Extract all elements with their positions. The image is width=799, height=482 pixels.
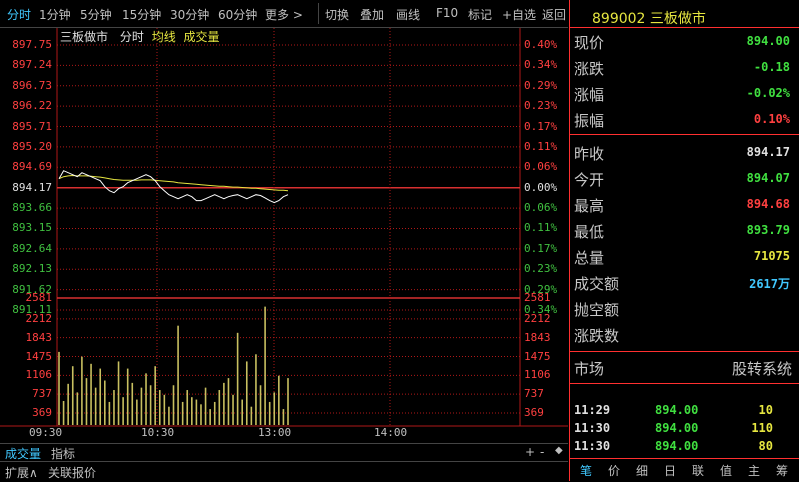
- chevron-right-icon: >: [292, 8, 303, 22]
- quote-row: 涨跌 -0.18: [570, 54, 798, 80]
- panel-tab[interactable]: 笔: [580, 462, 592, 479]
- time-axis-label: 14:00: [374, 426, 408, 439]
- quote-key: 抛空额: [574, 301, 620, 319]
- indicator-tabbar: 成交量 指标 + - ◆: [0, 443, 568, 462]
- quote-key: 总量: [574, 249, 605, 267]
- quote-value: 894.07: [746, 171, 790, 185]
- panel-tab[interactable]: 价: [608, 462, 620, 479]
- mark-button[interactable]: 标记: [468, 6, 492, 23]
- tab-volume[interactable]: 成交量: [5, 445, 41, 462]
- quote-row: 振幅 0.10%: [570, 106, 798, 132]
- quote-row: 抛空额: [570, 295, 798, 321]
- time-axis-label: 13:00: [258, 426, 292, 439]
- tab-60min[interactable]: 60分钟: [218, 6, 257, 23]
- expand-button[interactable]: 扩展∧: [5, 464, 38, 481]
- add-watchlist-button[interactable]: +自选: [502, 6, 536, 23]
- tick-volume: 10: [758, 403, 773, 417]
- tab-intraday[interactable]: 分时: [7, 6, 31, 23]
- intraday-chart[interactable]: 三板做市 分时 均线 成交量 897.75 897.24 896.73 896.22 8…: [0, 28, 568, 443]
- tick-price: 894.00: [655, 403, 699, 417]
- quote-value: 894.00: [746, 34, 790, 48]
- period-toolbar: 分时 1分钟 5分钟 15分钟 30分钟 60分钟 更多 > 切换 叠加 画线 …: [0, 0, 568, 28]
- tick-time: 11:29: [574, 403, 611, 417]
- quote-value: -0.02%: [746, 86, 790, 100]
- overlay-button[interactable]: 叠加: [360, 6, 384, 23]
- quote-row: 现价 894.00: [570, 28, 798, 54]
- quote-value: 2617万: [749, 277, 790, 291]
- panel-tab[interactable]: 日: [664, 462, 676, 479]
- quote-key: 涨幅: [574, 86, 605, 104]
- quote-value: 894.68: [746, 197, 790, 211]
- quote-row: 最高 894.68: [570, 191, 798, 217]
- panel-tab[interactable]: 联: [692, 462, 704, 479]
- quote-key: 涨跌数: [574, 327, 620, 345]
- time-axis-label: 09:30: [29, 426, 63, 439]
- quote-row: 涨幅 -0.02%: [570, 80, 798, 106]
- tick-time: 11:30: [574, 421, 611, 435]
- quote-key: 现价: [574, 34, 605, 52]
- back-button[interactable]: 返回: [542, 6, 566, 23]
- tab-30min[interactable]: 30分钟: [170, 6, 209, 23]
- zoom-out-button[interactable]: -: [540, 445, 544, 459]
- security-header: 899002 三板做市: [592, 8, 706, 28]
- tick-price: 894.00: [655, 421, 699, 435]
- quote-key: 昨收: [574, 145, 605, 163]
- quote-value: -0.18: [753, 60, 790, 74]
- extension-tabbar: 扩展∧ 关联报价: [0, 461, 568, 482]
- f10-button[interactable]: F10: [436, 6, 458, 20]
- more-label: 更多: [265, 8, 290, 22]
- quote-row: 今开 894.07: [570, 165, 798, 191]
- tick-volume: 110: [751, 421, 773, 435]
- related-quotes-tab[interactable]: 关联报价: [48, 464, 96, 481]
- quote-key: 涨跌: [574, 60, 605, 78]
- security-code: 899002: [592, 11, 646, 27]
- tick-time: 11:30: [574, 439, 611, 453]
- quote-row: 成交额 2617万: [570, 269, 798, 295]
- panel-tab[interactable]: 值: [720, 462, 732, 479]
- quote-value: 894.17: [746, 145, 790, 159]
- quote-key: 最低: [574, 223, 605, 241]
- quote-row: 昨收 894.17: [570, 139, 798, 165]
- panel-tab[interactable]: 主: [748, 462, 760, 479]
- quote-key: 振幅: [574, 112, 605, 130]
- tab-15min[interactable]: 15分钟: [122, 6, 161, 23]
- quote-value: 71075: [753, 249, 790, 263]
- switch-button[interactable]: 切换: [325, 6, 349, 23]
- tab-5min[interactable]: 5分钟: [80, 6, 112, 23]
- quote-key: 今开: [574, 171, 605, 189]
- quote-key: 最高: [574, 197, 605, 215]
- tick-volume: 80: [758, 439, 773, 453]
- tick-row: 11:29 894.00 10: [570, 400, 799, 420]
- tick-row: 11:30 894.00 110: [570, 418, 799, 438]
- security-name: 三板做市: [649, 11, 706, 27]
- market-label: 市场: [574, 360, 605, 378]
- quote-row: 最低 893.79: [570, 217, 798, 243]
- tick-row: 11:30 894.00 80: [570, 436, 799, 456]
- quote-row: 涨跌数: [570, 321, 798, 347]
- quote-row: 总量 71075: [570, 243, 798, 269]
- market-value: 股转系统: [731, 360, 792, 378]
- tab-more[interactable]: 更多 >: [265, 6, 303, 23]
- quote-panel: 899002 三板做市 现价 894.00 涨跌 -0.18 涨幅 -0.02% 振幅 0.1…: [569, 0, 799, 481]
- panel-tab[interactable]: 筹: [776, 462, 788, 479]
- draw-line-button[interactable]: 画线: [396, 6, 420, 23]
- time-axis-label: 10:30: [141, 426, 175, 439]
- menu-icon[interactable]: ◆: [555, 445, 563, 456]
- quote-value: 0.10%: [753, 112, 790, 126]
- tab-1min[interactable]: 1分钟: [39, 6, 71, 23]
- quote-key: 成交额: [574, 275, 620, 293]
- panel-tab[interactable]: 细: [636, 462, 648, 479]
- quote-value: 893.79: [746, 223, 790, 237]
- tick-price: 894.00: [655, 439, 699, 453]
- zoom-in-button[interactable]: +: [525, 445, 535, 459]
- tab-indicator[interactable]: 指标: [51, 445, 75, 462]
- panel-tabbar: 笔价细日联值主筹: [570, 460, 799, 480]
